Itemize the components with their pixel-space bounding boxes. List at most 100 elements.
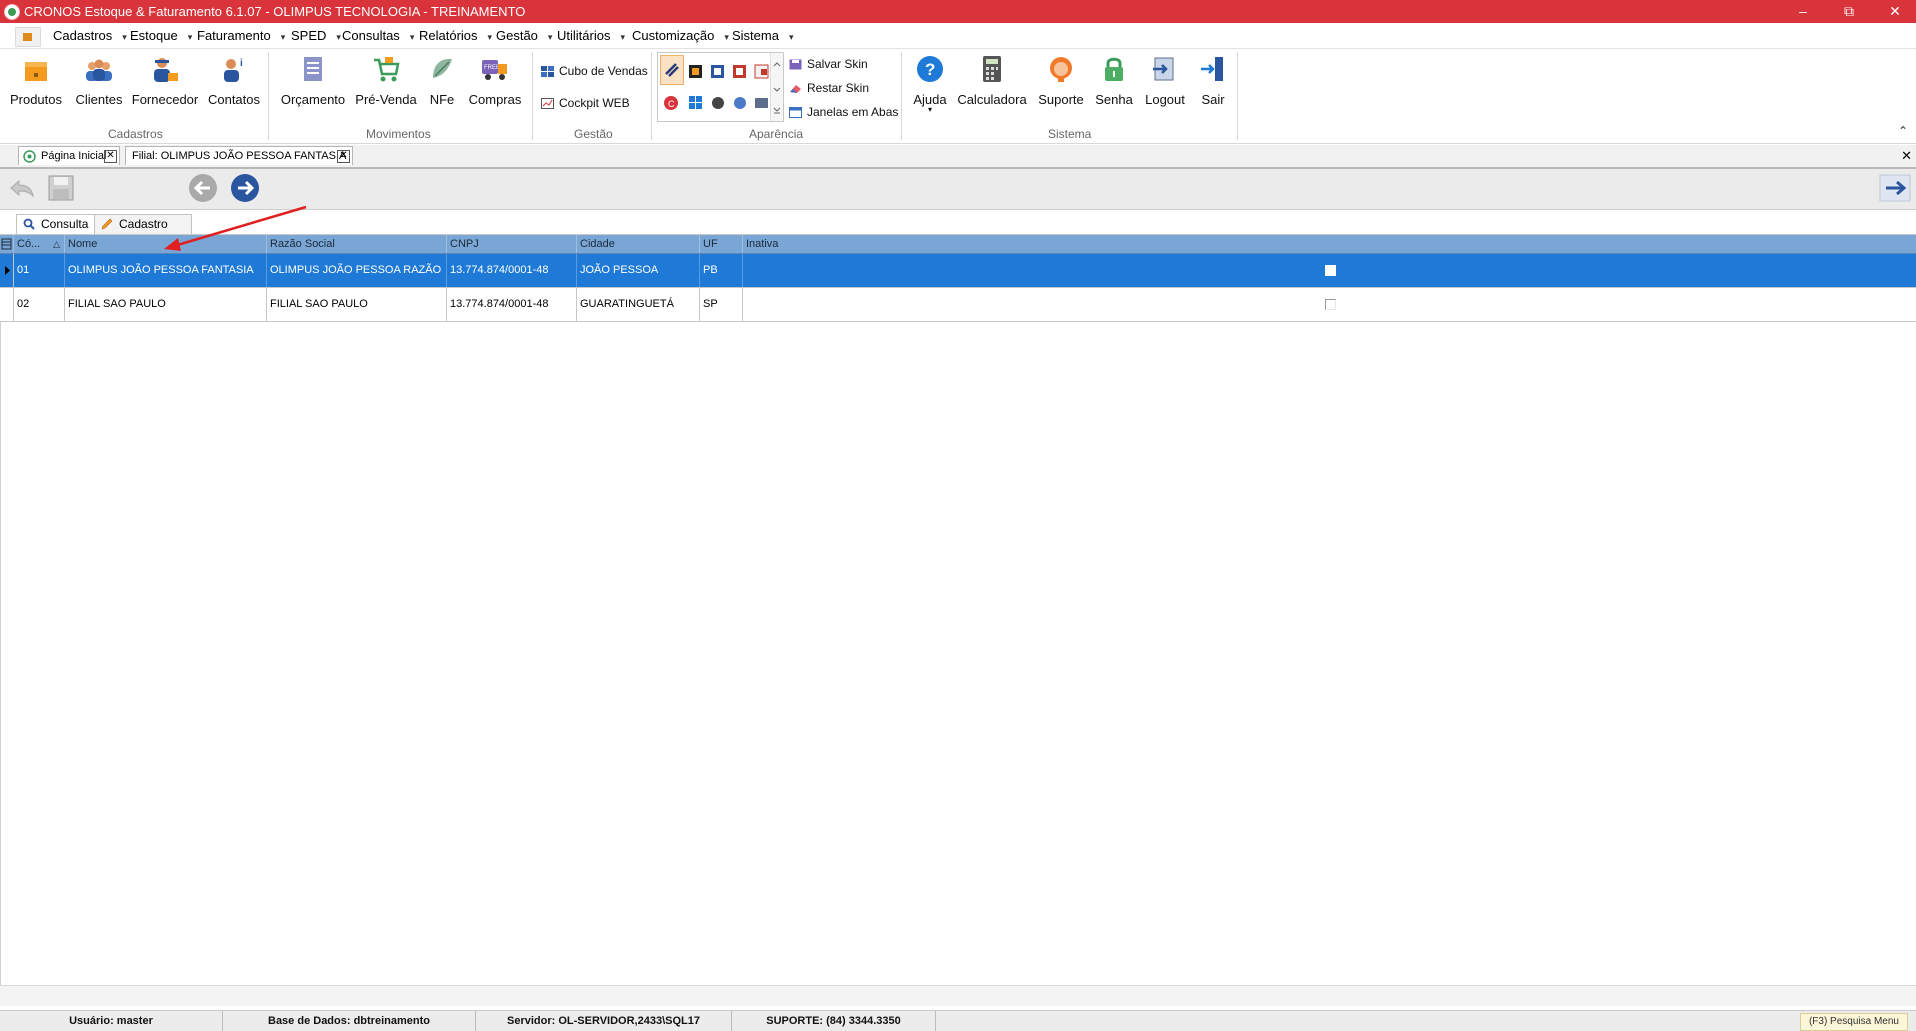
grid-left-border bbox=[0, 321, 1, 985]
orcamento-button[interactable]: Orçamento bbox=[278, 54, 348, 107]
cube-icon bbox=[541, 66, 554, 78]
window-title: CRONOS Estoque & Faturamento 6.1.07 - OL… bbox=[24, 4, 526, 19]
calculator-icon bbox=[977, 54, 1007, 84]
cockpit-web-button[interactable]: Cockpit WEB bbox=[541, 96, 630, 110]
calculadora-button[interactable]: Calculadora bbox=[957, 54, 1027, 107]
exit-icon bbox=[1198, 54, 1228, 84]
column-header-codigo[interactable]: Có... △ bbox=[14, 235, 65, 253]
skin-gallery-scrollbar[interactable] bbox=[770, 53, 783, 121]
people-icon bbox=[84, 54, 114, 84]
minimize-button[interactable]: – bbox=[1780, 0, 1826, 23]
close-tab-icon[interactable]: ✕ bbox=[104, 150, 117, 163]
save-button[interactable] bbox=[44, 172, 78, 204]
menu-faturamento[interactable]: Faturamento ▾ bbox=[197, 28, 285, 43]
senha-label: Senha bbox=[1095, 92, 1133, 107]
lock-icon bbox=[1099, 54, 1129, 84]
skin-option[interactable]: C bbox=[661, 93, 681, 113]
skin-option[interactable] bbox=[730, 93, 750, 113]
menu-sistema[interactable]: Sistema ▾ bbox=[732, 28, 794, 43]
close-all-tabs-icon[interactable]: ✕ bbox=[1901, 148, 1912, 164]
cubo-de-vendas-button[interactable]: Cubo de Vendas bbox=[541, 64, 648, 78]
column-header-cnpj[interactable]: CNPJ bbox=[447, 235, 577, 253]
skin-option[interactable] bbox=[708, 93, 728, 113]
clientes-button[interactable]: Clientes bbox=[70, 54, 128, 107]
menu-utilitarios[interactable]: Utilitários ▾ bbox=[557, 28, 625, 43]
ribbon-separator bbox=[651, 52, 652, 140]
status-suporte: SUPORTE: (84) 3344.3350 bbox=[732, 1011, 936, 1031]
cell-codigo: 01 bbox=[14, 254, 65, 287]
cockpit-icon bbox=[541, 98, 554, 110]
produtos-label: Produtos bbox=[9, 92, 63, 107]
document-list-icon bbox=[298, 54, 328, 84]
restore-button[interactable]: ⧉ bbox=[1826, 0, 1872, 23]
panel-toggle-button[interactable] bbox=[1878, 172, 1912, 204]
skin-option[interactable] bbox=[660, 55, 684, 85]
status-servidor: Servidor: OL-SERVIDOR,2433\SQL17 bbox=[476, 1011, 732, 1031]
skin-option[interactable] bbox=[730, 61, 750, 81]
skin-option[interactable] bbox=[752, 61, 772, 81]
menu-estoque[interactable]: Estoque ▾ bbox=[130, 28, 192, 43]
menu-relatorios[interactable]: Relatórios ▾ bbox=[419, 28, 492, 43]
row-indicator bbox=[0, 288, 14, 321]
orcamento-label: Orçamento bbox=[280, 92, 346, 107]
group-label-gestao: Gestão bbox=[574, 127, 613, 141]
support-icon bbox=[1046, 54, 1076, 84]
column-header-inativa[interactable]: Inativa bbox=[743, 235, 1916, 253]
ribbon-separator bbox=[901, 52, 902, 140]
close-tab-icon[interactable]: ✕ bbox=[337, 150, 350, 163]
pre-venda-button[interactable]: Pré-Venda bbox=[354, 54, 418, 107]
pre-venda-label: Pré-Venda bbox=[355, 92, 417, 107]
produtos-button[interactable]: Produtos bbox=[6, 54, 66, 107]
table-row[interactable]: 02 FILIAL SAO PAULO FILIAL SAO PAULO 13.… bbox=[0, 288, 1916, 322]
tab-pagina-inicial[interactable]: Página Inicial ✕ bbox=[18, 146, 120, 165]
status-bar: Usuário: master Base de Dados: dbtreinam… bbox=[0, 1010, 1916, 1031]
column-header-uf[interactable]: UF bbox=[700, 235, 743, 253]
skin-option[interactable] bbox=[708, 61, 728, 81]
close-button[interactable]: ✕ bbox=[1872, 0, 1916, 23]
fornecedor-button[interactable]: Fornecedor bbox=[130, 54, 200, 107]
suporte-button[interactable]: Suporte bbox=[1034, 54, 1088, 107]
inativa-checkbox[interactable] bbox=[1325, 299, 1336, 310]
tab-filial[interactable]: Filial: OLIMPUS JOÃO PESSOA FANTASIA ✕ bbox=[125, 146, 353, 165]
ajuda-button[interactable]: ? Ajuda ▾ bbox=[909, 54, 951, 114]
menu-search-hint[interactable]: (F3) Pesquisa Menu bbox=[1799, 1013, 1908, 1031]
menu-sped[interactable]: SPED ▾ bbox=[291, 28, 341, 43]
collapse-ribbon-icon[interactable]: ⌃ bbox=[1898, 124, 1908, 138]
grid-footer bbox=[0, 985, 1916, 1006]
senha-button[interactable]: Senha bbox=[1092, 54, 1136, 107]
cell-nome: FILIAL SAO PAULO bbox=[65, 288, 267, 321]
restar-skin-button[interactable]: Restar Skin bbox=[789, 81, 869, 95]
status-base-de-dados: Base de Dados: dbtreinamento bbox=[223, 1011, 476, 1031]
nfe-button[interactable]: NFe bbox=[424, 54, 460, 107]
skin-gallery[interactable]: C bbox=[657, 52, 784, 122]
contatos-label: Contatos bbox=[207, 92, 261, 107]
menu-customizacao[interactable]: Customização ▾ bbox=[632, 28, 729, 43]
skin-option[interactable] bbox=[686, 93, 706, 113]
annotation-arrow bbox=[164, 205, 307, 251]
menu-gestao[interactable]: Gestão ▾ bbox=[496, 28, 552, 43]
menu-bar: Cadastros ▾ Estoque ▾ Faturamento ▾ SPED ▾ C… bbox=[0, 23, 1916, 49]
column-header-cidade[interactable]: Cidade bbox=[577, 235, 700, 253]
contact-icon: i bbox=[219, 54, 249, 84]
column-chooser-icon[interactable] bbox=[0, 235, 14, 253]
logout-button[interactable]: Logout bbox=[1140, 54, 1190, 107]
compras-button[interactable]: FREE Compras bbox=[466, 54, 524, 107]
salvar-skin-button[interactable]: Salvar Skin bbox=[789, 57, 868, 71]
sair-button[interactable]: Sair bbox=[1196, 54, 1230, 107]
undo-button[interactable] bbox=[5, 172, 39, 204]
cell-razao-social: FILIAL SAO PAULO bbox=[267, 288, 447, 321]
menu-consultas[interactable]: Consultas ▾ bbox=[342, 28, 414, 43]
skin-option[interactable] bbox=[686, 61, 706, 81]
janelas-em-abas-button[interactable]: Janelas em Abas bbox=[789, 105, 898, 119]
contatos-button[interactable]: i Contatos bbox=[206, 54, 262, 107]
cart-icon bbox=[371, 54, 401, 84]
menu-cadastros[interactable]: Cadastros ▾ bbox=[53, 28, 127, 43]
suporte-label: Suporte bbox=[1038, 92, 1084, 107]
skin-option[interactable] bbox=[752, 93, 772, 113]
home-menu-icon[interactable] bbox=[15, 27, 41, 47]
home-tab-icon bbox=[23, 150, 36, 163]
document-tabs: Página Inicial ✕ Filial: OLIMPUS JOÃO PE… bbox=[0, 145, 1916, 169]
inativa-checkbox[interactable] bbox=[1325, 265, 1336, 276]
logout-icon bbox=[1150, 54, 1180, 84]
help-icon: ? bbox=[915, 54, 945, 84]
